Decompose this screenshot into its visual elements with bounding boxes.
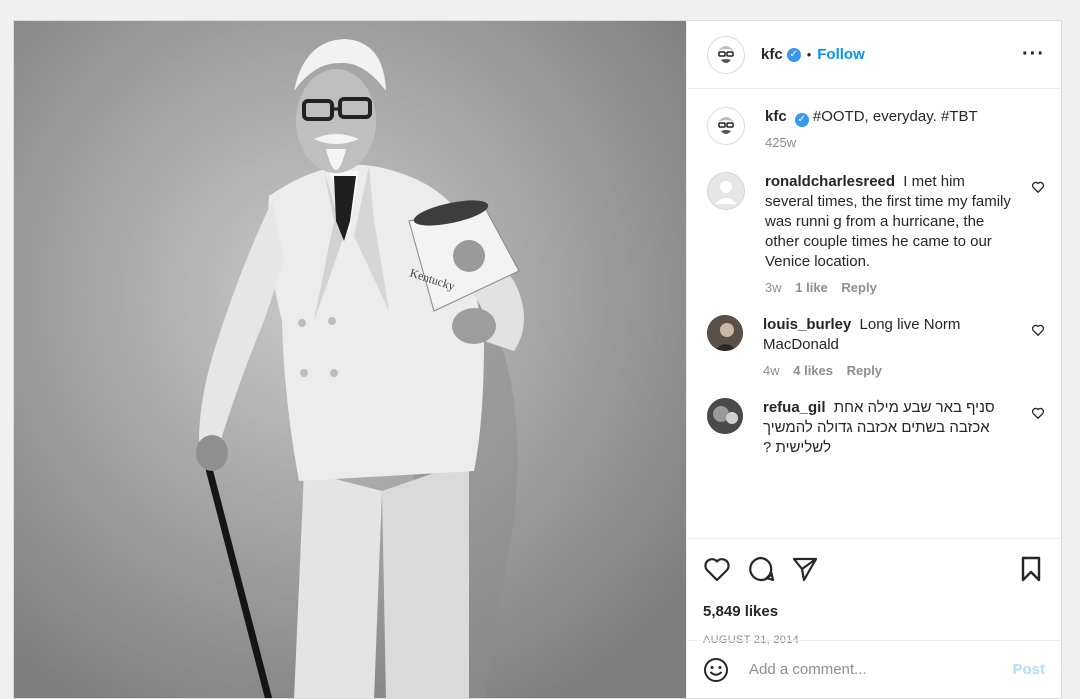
comment-age[interactable]: 3w xyxy=(765,280,782,295)
caption-age[interactable]: 425w xyxy=(765,135,796,150)
emoji-icon[interactable] xyxy=(703,657,729,683)
comment-age[interactable]: 4w xyxy=(763,363,780,378)
comment-input[interactable] xyxy=(747,660,1013,679)
comment-likes[interactable]: 1 like xyxy=(795,280,828,295)
comment-meta: 4w 4 likes Reply xyxy=(763,363,1011,378)
comment-text: refua_gil סניף באר שבע מילה אחת אכזבה בש… xyxy=(763,398,1011,458)
more-options-icon[interactable]: ··· xyxy=(1022,43,1045,66)
default-avatar-icon xyxy=(715,181,737,204)
comment-item: refua_gil סניף באר שבע מילה אחת אכזבה בש… xyxy=(707,398,1045,458)
comment-meta: 3w 1 like Reply xyxy=(765,280,1011,295)
kfc-logo-icon xyxy=(711,39,741,70)
comment-heart-icon[interactable] xyxy=(1031,406,1045,420)
caption-body: #OOTD, everyday. #TBT xyxy=(812,108,978,125)
verified-badge-icon: ✓ xyxy=(794,113,809,127)
comment-item: louis_burley Long live Norm MacDonald 4w… xyxy=(707,315,1045,378)
post-card: Kentucky kfc ✓ • Follow ··· kfc ✓ #OOTD,… xyxy=(13,20,1062,699)
commenter-avatar[interactable] xyxy=(707,398,743,434)
post-comment-button[interactable]: Post xyxy=(1012,661,1045,678)
user-photo-icon xyxy=(707,398,743,434)
caption-text: kfc ✓ #OOTD, everyday. #TBT xyxy=(765,107,1045,127)
comment-text: ronaldcharlesreed I met him several time… xyxy=(765,172,1011,272)
commenter-avatar[interactable] xyxy=(707,172,745,210)
add-comment-bar: Post xyxy=(687,640,1061,698)
comment-heart-icon[interactable] xyxy=(1031,180,1045,194)
comment-username[interactable]: louis_burley xyxy=(763,316,851,333)
comments-list[interactable]: kfc ✓ #OOTD, everyday. #TBT 425w ronaldc… xyxy=(687,89,1061,538)
colonel-sanders-photo: Kentucky xyxy=(14,21,686,698)
caption: kfc ✓ #OOTD, everyday. #TBT 425w xyxy=(707,107,1045,150)
kfc-logo-icon xyxy=(711,111,741,141)
post-header: kfc ✓ • Follow ··· xyxy=(687,21,1061,89)
likes-count[interactable]: 5,849 likes xyxy=(703,603,1045,620)
verified-badge-icon: ✓ xyxy=(786,47,801,62)
share-icon[interactable] xyxy=(791,555,819,583)
comment-username[interactable]: ronaldcharlesreed xyxy=(765,173,895,190)
header-separator: • xyxy=(806,47,812,62)
comment-item: ronaldcharlesreed I met him several time… xyxy=(707,172,1045,295)
bookmark-icon[interactable] xyxy=(1017,555,1045,583)
user-photo-icon xyxy=(707,315,743,351)
follow-button[interactable]: Follow xyxy=(817,46,865,63)
comment-heart-icon[interactable] xyxy=(1031,323,1045,337)
author-avatar[interactable] xyxy=(707,35,745,74)
comment-likes[interactable]: 4 likes xyxy=(793,363,833,378)
comment-username[interactable]: refua_gil xyxy=(763,399,826,416)
post-sidebar: kfc ✓ • Follow ··· kfc ✓ #OOTD, everyday… xyxy=(686,21,1061,698)
heart-icon[interactable] xyxy=(703,555,731,583)
action-bar xyxy=(703,551,1045,587)
caption-username[interactable]: kfc xyxy=(765,108,787,125)
author-username[interactable]: kfc xyxy=(761,46,783,63)
comment-text: louis_burley Long live Norm MacDonald xyxy=(763,315,1011,355)
commenter-avatar[interactable] xyxy=(707,315,743,351)
reply-button[interactable]: Reply xyxy=(841,280,876,295)
comment-icon[interactable] xyxy=(747,555,775,583)
reply-button[interactable]: Reply xyxy=(847,363,882,378)
post-photo[interactable]: Kentucky xyxy=(14,21,686,698)
caption-avatar[interactable] xyxy=(707,107,745,145)
caption-meta: 425w xyxy=(765,135,1045,150)
